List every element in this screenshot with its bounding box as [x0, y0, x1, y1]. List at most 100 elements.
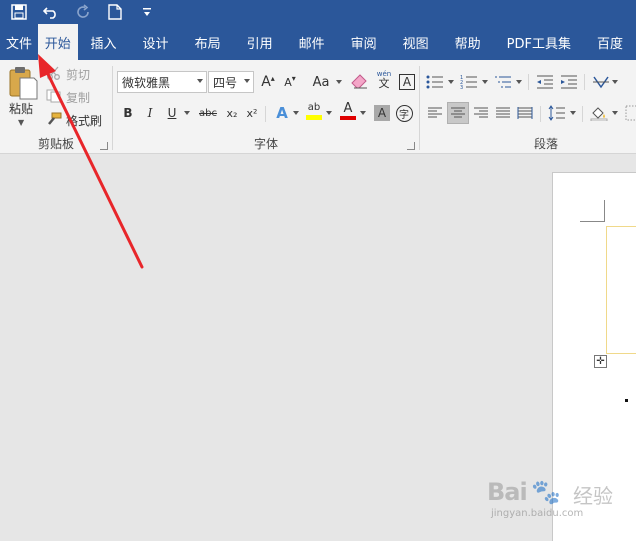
save-icon[interactable]	[10, 3, 28, 21]
customize-qat-icon[interactable]	[138, 3, 156, 21]
distributed-button[interactable]	[514, 102, 536, 124]
multilevel-list-button[interactable]	[492, 71, 514, 93]
tab-pdf-tools[interactable]: PDF工具集	[494, 24, 584, 60]
paint-bucket-icon	[590, 107, 608, 121]
copy-label: 复制	[66, 90, 91, 105]
multilevel-list-icon	[495, 76, 511, 88]
underline-button[interactable]: U	[161, 102, 183, 124]
tab-design[interactable]: 设计	[130, 24, 182, 60]
grow-font-button[interactable]: A ▴	[257, 71, 279, 93]
justify-button[interactable]	[492, 102, 514, 124]
decrease-indent-button[interactable]	[534, 71, 556, 93]
table-move-handle-icon[interactable]: ✛	[594, 355, 607, 368]
paste-icon[interactable]	[8, 66, 38, 100]
text-effects-button[interactable]: A	[271, 102, 293, 124]
copy-button[interactable]: 复制	[46, 87, 90, 107]
strikethrough-button[interactable]: abc	[195, 102, 221, 124]
line-spacing-icon	[548, 105, 565, 121]
format-painter-button[interactable]: 格式刷	[46, 110, 102, 130]
increase-indent-button[interactable]	[558, 71, 580, 93]
multilevel-dropdown-icon[interactable]	[516, 80, 522, 84]
text-effects-dropdown-icon[interactable]	[293, 111, 299, 115]
shading-dropdown-icon[interactable]	[612, 111, 618, 115]
font-size-combo[interactable]: 四号	[208, 71, 254, 93]
caret-up-icon: ▴	[270, 73, 275, 83]
format-painter-icon	[46, 112, 62, 129]
bullets-dropdown-icon[interactable]	[448, 80, 454, 84]
tab-layout[interactable]: 布局	[182, 24, 234, 60]
tab-view[interactable]: 视图	[390, 24, 442, 60]
divider	[582, 106, 583, 122]
align-center-button[interactable]	[447, 102, 469, 124]
tab-home[interactable]: 开始	[38, 24, 78, 60]
character-border-icon: A	[399, 74, 415, 90]
redo-icon[interactable]	[74, 3, 92, 21]
caret-down-icon: ▾	[291, 73, 296, 83]
character-border-button[interactable]: A	[396, 71, 418, 93]
tab-baidu[interactable]: 百度	[584, 24, 636, 60]
text-cursor-mark	[625, 399, 628, 402]
phonetic-bottom: 文	[378, 77, 390, 90]
paste-dropdown-icon[interactable]: ▼	[18, 118, 24, 127]
change-case-button[interactable]: Aa	[307, 71, 335, 93]
font-color-dropdown-icon[interactable]	[360, 111, 366, 115]
numbering-dropdown-icon[interactable]	[482, 80, 488, 84]
paragraph-group-label: 段落	[533, 137, 558, 151]
new-document-icon[interactable]	[106, 3, 124, 21]
line-spacing-dropdown-icon[interactable]	[570, 111, 576, 115]
font-group-label: 字体	[253, 137, 278, 151]
tab-help[interactable]: 帮助	[442, 24, 494, 60]
tab-file[interactable]: 文件	[0, 24, 39, 60]
divider	[584, 74, 585, 90]
paw-icon: 🐾	[531, 478, 561, 506]
highlight-color-swatch	[306, 114, 322, 120]
chinese-layout-button[interactable]	[590, 71, 612, 93]
font-color-button[interactable]: A	[337, 100, 359, 122]
eraser-icon	[351, 74, 367, 89]
align-left-button[interactable]	[424, 102, 446, 124]
align-left-icon	[428, 107, 442, 118]
baidu-watermark: Bai 🐾 经验 jingyan.baidu.com	[487, 478, 627, 528]
italic-button[interactable]: I	[139, 102, 161, 124]
character-shading-button[interactable]: A	[371, 102, 393, 124]
tab-review[interactable]: 审阅	[338, 24, 390, 60]
highlight-button[interactable]: ab	[303, 100, 325, 122]
shading-button[interactable]	[588, 102, 610, 124]
enclose-characters-button[interactable]: 字	[393, 102, 415, 124]
phonetic-guide-button[interactable]: wén 文	[373, 69, 395, 91]
ribbon-tabs: 文件 开始 插入 设计 布局 引用 邮件 审阅 视图 帮助 PDF工具集 百度	[0, 24, 636, 60]
text-box-outline[interactable]	[606, 226, 636, 354]
tab-insert[interactable]: 插入	[78, 24, 130, 60]
paste-button-label[interactable]: 粘贴	[9, 100, 33, 117]
underline-dropdown-icon[interactable]	[184, 111, 190, 115]
numbering-button[interactable]: 123	[458, 71, 480, 93]
align-center-icon	[451, 107, 465, 118]
text-effects-icon: A	[276, 104, 288, 122]
watermark-logo: Bai	[487, 478, 528, 506]
clipboard-group: 粘贴 ▼ 剪切 复制 格式刷 剪贴板	[0, 60, 112, 154]
clear-formatting-button[interactable]	[349, 71, 371, 93]
chevron-down-icon	[244, 79, 250, 83]
shrink-font-icon: A	[284, 75, 292, 89]
undo-icon[interactable]	[42, 3, 60, 21]
superscript-button[interactable]: x²	[241, 102, 263, 124]
font-name-combo[interactable]: 微软雅黑	[117, 71, 207, 93]
shrink-font-button[interactable]: A ▾	[279, 71, 301, 93]
bullets-button[interactable]	[424, 71, 446, 93]
line-spacing-button[interactable]	[546, 102, 568, 124]
watermark-logo-suffix: 经验	[573, 484, 613, 508]
font-dialog-launcher-icon[interactable]	[407, 142, 415, 150]
chinese-layout-icon	[593, 76, 609, 89]
cut-button[interactable]: 剪切	[46, 64, 90, 84]
tab-mailings[interactable]: 邮件	[286, 24, 338, 60]
tab-references[interactable]: 引用	[234, 24, 286, 60]
bold-button[interactable]: B	[117, 102, 139, 124]
subscript-button[interactable]: x₂	[221, 102, 243, 124]
chinese-layout-dropdown-icon[interactable]	[612, 80, 618, 84]
chevron-down-icon[interactable]	[336, 80, 342, 84]
clipboard-dialog-launcher-icon[interactable]	[100, 142, 108, 150]
highlight-dropdown-icon[interactable]	[326, 111, 332, 115]
grow-font-icon: A	[261, 74, 271, 90]
borders-button[interactable]	[622, 102, 636, 124]
align-right-button[interactable]	[470, 102, 492, 124]
